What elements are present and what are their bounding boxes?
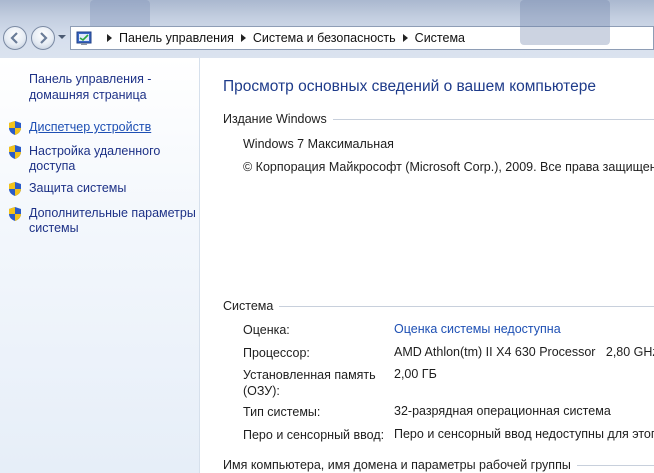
- processor-label: Процессор:: [243, 346, 310, 360]
- breadcrumb-separator-icon: [107, 34, 112, 42]
- divider: [279, 305, 654, 307]
- arrow-left-icon: [10, 32, 18, 44]
- breadcrumb-system-security[interactable]: Система и безопасность: [253, 31, 396, 45]
- task-label: Защита системы: [29, 181, 127, 195]
- page-title: Просмотр основных сведений о вашем компь…: [223, 78, 596, 95]
- control-panel-home-link[interactable]: Панель управления - домашняя страница: [29, 71, 194, 103]
- section-windows-edition: Издание Windows: [223, 112, 654, 126]
- breadcrumb-control-panel[interactable]: Панель управления: [119, 31, 234, 45]
- section-computer-name: Имя компьютера, имя домена и параметры р…: [223, 458, 654, 472]
- title-bar: Панель управления Система и безопасность…: [0, 0, 654, 58]
- pen-touch-label: Перо и сенсорный ввод:: [243, 428, 385, 442]
- task-system-protection[interactable]: Защита системы: [7, 181, 197, 197]
- back-button[interactable]: [3, 26, 27, 50]
- section-system: Система: [223, 299, 654, 313]
- task-device-manager[interactable]: Диспетчер устройств: [7, 120, 197, 136]
- windows-edition-value: Windows 7 Максимальная: [243, 137, 394, 151]
- arrow-right-icon: [40, 32, 48, 44]
- section-heading: Издание Windows: [223, 112, 327, 126]
- pen-touch-value: Перо и сенсорный ввод недоступны для это…: [394, 427, 654, 441]
- recent-pages-dropdown[interactable]: [58, 35, 66, 39]
- control-panel-icon: [76, 31, 92, 45]
- section-heading: Имя компьютера, имя домена и параметры р…: [223, 458, 571, 472]
- system-type-label: Тип системы:: [243, 405, 321, 419]
- main-content: Просмотр основных сведений о вашем компь…: [200, 58, 654, 473]
- breadcrumb-separator-icon: [240, 34, 246, 42]
- breadcrumb-separator-icon: [402, 34, 408, 42]
- divider: [576, 464, 654, 466]
- shield-icon: [9, 145, 21, 159]
- shield-icon: [9, 182, 21, 196]
- left-task-pane: Панель управления - домашняя страница Ди…: [0, 58, 200, 473]
- section-heading: Система: [223, 299, 274, 313]
- forward-button[interactable]: [31, 26, 55, 50]
- address-bar[interactable]: Панель управления Система и безопасность…: [70, 26, 654, 50]
- memory-value: 2,00 ГБ: [394, 367, 437, 381]
- shield-icon: [9, 207, 21, 221]
- memory-label: Установленная память (ОЗУ):: [243, 368, 376, 398]
- task-label: Диспетчер устройств: [29, 120, 152, 134]
- task-advanced-settings[interactable]: Дополнительные параметры системы: [7, 206, 197, 236]
- system-type-value: 32-разрядная операционная система: [394, 404, 611, 418]
- task-label: Настройка удаленного доступа: [29, 144, 161, 173]
- shield-icon: [9, 121, 21, 135]
- processor-value: AMD Athlon(tm) II X4 630 Processor 2,80 …: [394, 345, 654, 359]
- divider: [332, 118, 654, 120]
- rating-label: Оценка:: [243, 323, 290, 337]
- rating-link[interactable]: Оценка системы недоступна: [394, 322, 561, 336]
- task-label: Дополнительные параметры системы: [29, 206, 196, 235]
- breadcrumb-system[interactable]: Система: [415, 31, 465, 45]
- task-remote-settings[interactable]: Настройка удаленного доступа: [7, 144, 197, 174]
- copyright-text: © Корпорация Майкрософт (Microsoft Corp.…: [243, 160, 654, 174]
